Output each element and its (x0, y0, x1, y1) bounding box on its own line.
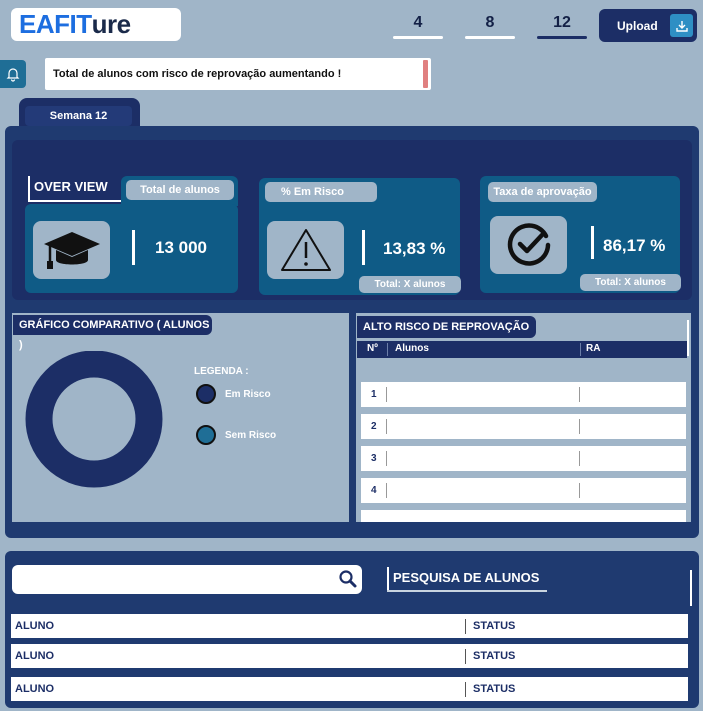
em-risco-value: 13,83 % (383, 239, 446, 258)
risk-table-title: ALTO RISCO DE REPROVAÇÃO (357, 316, 536, 338)
upload-button[interactable]: Upload (599, 9, 697, 42)
card-label-aprovacao: Taxa de aprovação (488, 182, 597, 202)
donut-chart (25, 351, 163, 488)
upload-label: Upload (617, 18, 658, 33)
row-number: 3 (371, 453, 377, 464)
divider (591, 226, 594, 259)
overview-title: OVER VIEW (28, 176, 124, 200)
search-title-underline (387, 590, 547, 592)
search-input[interactable] (20, 569, 330, 590)
legend-label-em-risco: Em Risco (225, 389, 271, 400)
scrollbar[interactable] (690, 570, 692, 606)
row-number: 2 (371, 421, 377, 432)
student-row[interactable]: ALUNO STATUS (11, 644, 688, 668)
table-row[interactable]: 4 (361, 478, 686, 503)
col-numero: Nº (367, 343, 378, 354)
overview-underline (28, 200, 124, 202)
warning-icon (267, 221, 344, 279)
student-row[interactable]: ALUNO STATUS (11, 614, 688, 638)
table-row (361, 510, 686, 522)
search-field[interactable] (12, 565, 362, 594)
divider (132, 230, 135, 265)
em-risco-total: Total: X alunos (359, 276, 461, 293)
aprovacao-total: Total: X alunos (580, 274, 681, 291)
table-row[interactable]: 1 (361, 382, 686, 407)
graduation-cap-icon (33, 221, 110, 279)
legend-dot-sem-risco (196, 425, 216, 445)
week-tab-8[interactable]: 8 (465, 14, 515, 32)
legend-dot-em-risco (196, 384, 216, 404)
alert-banner: Total de alunos com risco de reprovação … (45, 58, 431, 90)
total-alunos-value: 13 000 (155, 238, 207, 257)
week-underline (465, 36, 515, 39)
card-label-total: Total de alunos (126, 180, 234, 200)
logo-part2: ure (91, 9, 131, 39)
check-circle-icon (490, 216, 567, 274)
bell-icon (6, 68, 20, 82)
chart-title: GRÁFICO COMPARATIVO ( ALUNOS ) (13, 315, 212, 351)
row-number: 4 (371, 485, 377, 496)
app-logo: EAFIT ure (11, 8, 181, 41)
tab-label: Semana 12 (25, 106, 132, 126)
aprovacao-value: 86,17 % (603, 236, 666, 255)
week-underline-active (537, 36, 587, 39)
alert-text: Total de alunos com risco de reprovação … (53, 68, 342, 80)
divider (362, 230, 365, 265)
donut-ring (25, 351, 163, 488)
status-cell: STATUS (473, 620, 516, 632)
logo-part1: EAFIT (19, 9, 92, 39)
col-ra: RA (580, 343, 600, 356)
risk-table-header: Nº Alunos RA (357, 341, 687, 358)
student-row[interactable]: ALUNO STATUS (11, 677, 688, 701)
col-alunos: Alunos (387, 343, 429, 356)
download-icon (670, 14, 693, 37)
table-row[interactable]: 3 (361, 446, 686, 471)
aluno-cell: ALUNO (15, 650, 55, 662)
aluno-cell: ALUNO (15, 683, 55, 695)
week-underline (393, 36, 443, 39)
notification-bell-button[interactable] (0, 60, 26, 88)
week-tab-12[interactable]: 12 (537, 14, 587, 32)
alert-indicator (423, 60, 428, 88)
legend-label-sem-risco: Sem Risco (225, 430, 277, 441)
status-cell: STATUS (473, 650, 516, 662)
card-label-risco: % Em Risco (265, 182, 377, 202)
search-title: PESQUISA DE ALUNOS (387, 567, 547, 591)
row-number: 1 (371, 389, 377, 400)
table-row[interactable]: 2 (361, 414, 686, 439)
search-icon[interactable] (338, 569, 358, 594)
week-tab-4[interactable]: 4 (393, 14, 443, 32)
aluno-cell: ALUNO (15, 620, 55, 632)
scrollbar[interactable] (687, 320, 689, 356)
status-cell: STATUS (473, 683, 516, 695)
legend-title: LEGENDA : (194, 366, 249, 377)
